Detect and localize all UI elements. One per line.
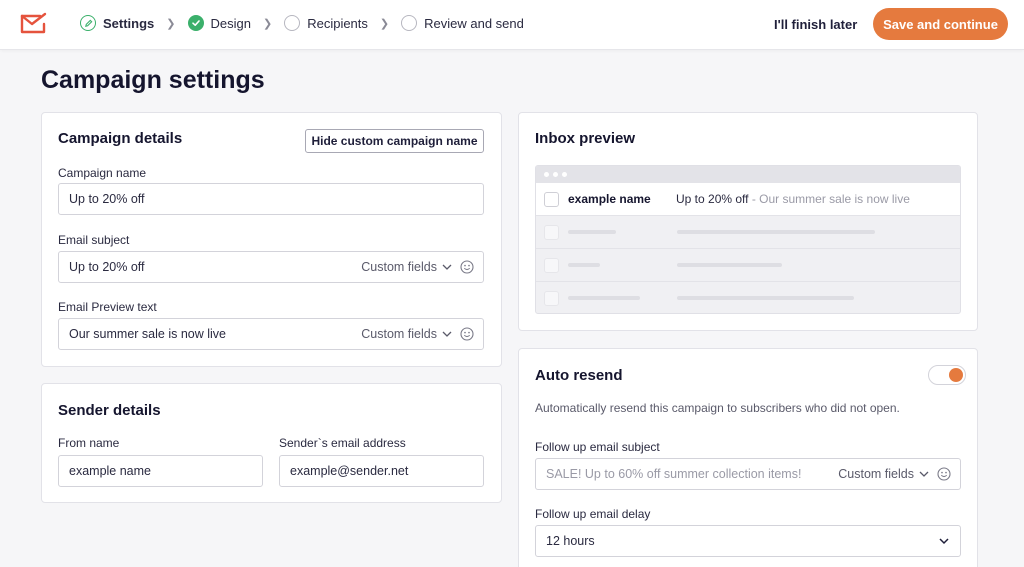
follow-up-delay-value: 12 hours [546,534,595,548]
follow-up-subject-label: Follow up email subject [535,440,660,454]
placeholder-bar [677,296,854,300]
step-label: Settings [103,15,155,31]
auto-resend-toggle[interactable] [928,365,966,385]
emoji-icon[interactable] [937,467,951,481]
follow-up-subject-input[interactable]: SALE! Up to 60% off summer collection it… [535,458,961,490]
custom-fields-label: Custom fields [361,327,437,341]
sender-email-value: example@sender.net [290,464,409,478]
check-icon [187,15,204,31]
step-review-and-send[interactable]: Review and send [401,15,524,31]
inbox-preview-title: Inbox preview [535,130,636,147]
inbox-preview-text: - Our summer sale is now live [748,192,910,206]
checkbox [544,257,559,273]
placeholder-bar [677,263,782,267]
from-name-input[interactable]: example name [58,455,263,487]
email-subject-label: Email subject [58,233,130,247]
chevron-down-icon [442,331,452,337]
sender-details-title: Sender details [58,402,161,419]
checkbox [544,191,559,207]
finish-later-link[interactable]: I'll finish later [774,17,857,32]
placeholder-bar [568,230,616,234]
top-bar: Settings ❯ Design ❯ Recipients ❯ Review … [0,0,1024,50]
email-subject-input[interactable]: Up to 20% off Custom fields [58,251,484,283]
sender-logo-icon[interactable] [20,12,48,36]
auto-resend-description: Automatically resend this campaign to su… [535,401,900,415]
step-label: Recipients [307,15,368,31]
custom-fields-dropdown[interactable]: Custom fields [838,467,929,481]
email-preview-text-label: Email Preview text [58,300,157,314]
toggle-knob [949,368,963,382]
chevron-right-icon: ❯ [166,17,176,30]
inbox-row-placeholder [536,215,960,248]
from-name-value: example name [69,464,151,478]
email-subject-value: Up to 20% off [69,260,145,274]
custom-fields-label: Custom fields [361,260,437,274]
pencil-icon [80,15,96,31]
checkbox [544,290,559,306]
inbox-sender: example name [568,192,651,206]
campaign-name-label: Campaign name [58,166,147,180]
page-title: Campaign settings [41,66,265,94]
step-recipients[interactable]: Recipients [284,15,368,31]
chevron-right-icon: ❯ [379,17,390,30]
save-and-continue-button[interactable]: Save and continue [873,8,1008,40]
empty-circle-icon [284,15,301,31]
inbox-preview-frame: example name Up to 20% off - Our summer … [535,165,961,314]
emoji-icon[interactable] [460,327,474,341]
window-dot-icon [544,172,549,177]
follow-up-delay-label: Follow up email delay [535,507,651,521]
step-settings[interactable]: Settings [80,15,154,31]
follow-up-delay-select[interactable]: 12 hours [535,525,961,557]
sender-email-label: Sender`s email address [279,436,406,450]
emoji-icon[interactable] [460,260,474,274]
follow-up-subject-placeholder: SALE! Up to 60% off summer collection it… [546,467,802,481]
from-name-label: From name [58,436,120,450]
placeholder-bar [568,263,600,267]
inbox-subject-line: Up to 20% off - Our summer sale is now l… [676,192,910,206]
inbox-row-placeholder [536,248,960,281]
campaign-name-input[interactable]: Up to 20% off [58,183,484,215]
step-design[interactable]: Design [187,15,251,31]
hide-custom-campaign-name-button[interactable]: Hide custom campaign name [305,129,484,153]
chevron-down-icon [939,537,949,544]
auto-resend-title: Auto resend [535,367,623,384]
sender-email-input[interactable]: example@sender.net [279,455,484,487]
empty-circle-icon [401,15,418,31]
wizard-steps: Settings ❯ Design ❯ Recipients ❯ Review … [80,15,524,31]
chevron-down-icon [442,264,452,270]
chevron-down-icon [919,471,929,477]
custom-fields-dropdown[interactable]: Custom fields [361,260,452,274]
window-dot-icon [562,172,567,177]
email-preview-text-input[interactable]: Our summer sale is now live Custom field… [58,318,484,350]
placeholder-bar [568,296,640,300]
checkbox [544,224,559,240]
step-label: Design [210,15,251,31]
inbox-subject: Up to 20% off [676,192,749,206]
placeholder-bar [677,230,875,234]
window-dot-icon [553,172,558,177]
inbox-row-preview: example name Up to 20% off - Our summer … [536,183,960,215]
chevron-right-icon: ❯ [262,17,273,30]
step-label: Review and send [424,15,524,31]
window-controls [536,166,960,183]
email-preview-text-value: Our summer sale is now live [69,327,226,341]
custom-fields-dropdown[interactable]: Custom fields [361,327,452,341]
campaign-details-title: Campaign details [58,130,183,147]
inbox-row-placeholder [536,281,960,313]
custom-fields-label: Custom fields [838,467,914,481]
campaign-name-value: Up to 20% off [69,192,145,206]
